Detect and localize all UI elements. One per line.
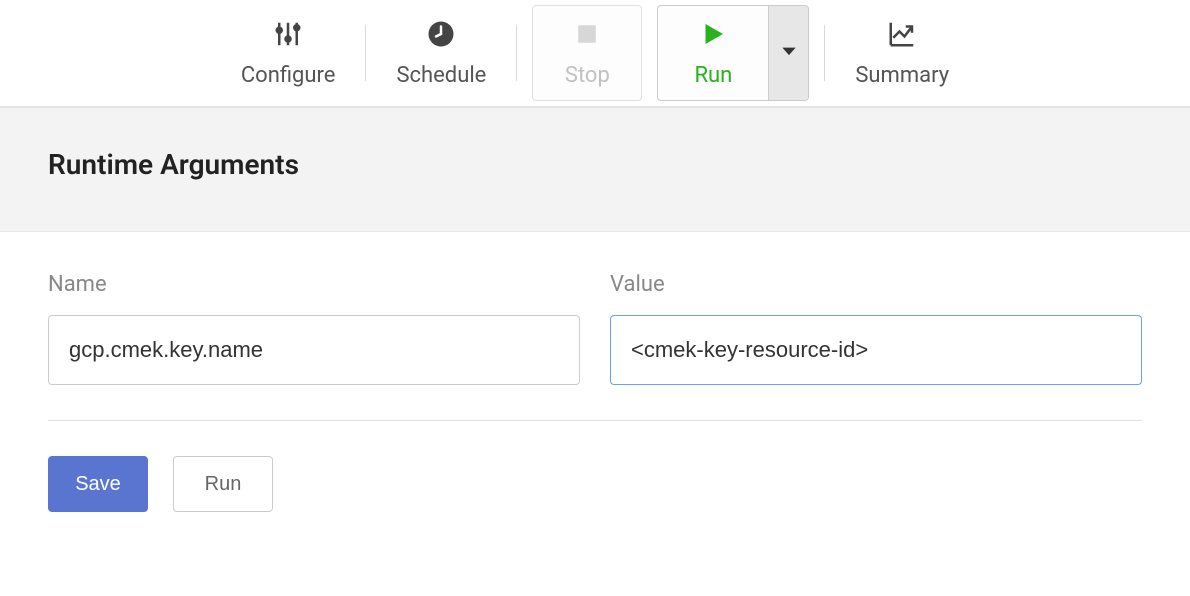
stop-button: Stop [532, 5, 642, 101]
section-title: Runtime Arguments [48, 148, 1142, 181]
run-split-button: Run [657, 5, 809, 101]
section-header: Runtime Arguments [0, 108, 1190, 232]
stop-label: Stop [565, 63, 610, 88]
configure-label: Configure [241, 63, 336, 88]
summary-button[interactable]: Summary [825, 19, 979, 88]
stop-icon [572, 19, 602, 53]
clock-icon [426, 19, 456, 53]
play-icon [698, 19, 728, 53]
save-button[interactable]: Save [48, 456, 148, 512]
argument-value-input[interactable] [610, 315, 1142, 385]
run-button[interactable]: Run [658, 6, 768, 100]
action-row: Save Run [48, 456, 1142, 512]
run-options-dropdown[interactable] [768, 6, 808, 100]
chevron-down-icon [779, 41, 799, 65]
argument-name-input[interactable] [48, 315, 580, 385]
name-column: Name [48, 272, 580, 385]
top-toolbar: Configure Schedule Stop Run [0, 0, 1190, 108]
value-column: Value [610, 272, 1142, 385]
value-field-label: Value [610, 272, 1142, 297]
name-field-label: Name [48, 272, 580, 297]
schedule-button[interactable]: Schedule [366, 19, 516, 88]
argument-row: Name Value [48, 272, 1142, 421]
chart-line-icon [885, 19, 919, 53]
sliders-icon [273, 19, 303, 53]
summary-label: Summary [855, 63, 949, 88]
runtime-arguments-form: Name Value Save Run [0, 232, 1190, 552]
run-arguments-button[interactable]: Run [173, 456, 273, 512]
toolbar-divider [516, 25, 517, 81]
schedule-label: Schedule [396, 63, 486, 88]
run-label: Run [694, 63, 732, 88]
configure-button[interactable]: Configure [211, 19, 366, 88]
